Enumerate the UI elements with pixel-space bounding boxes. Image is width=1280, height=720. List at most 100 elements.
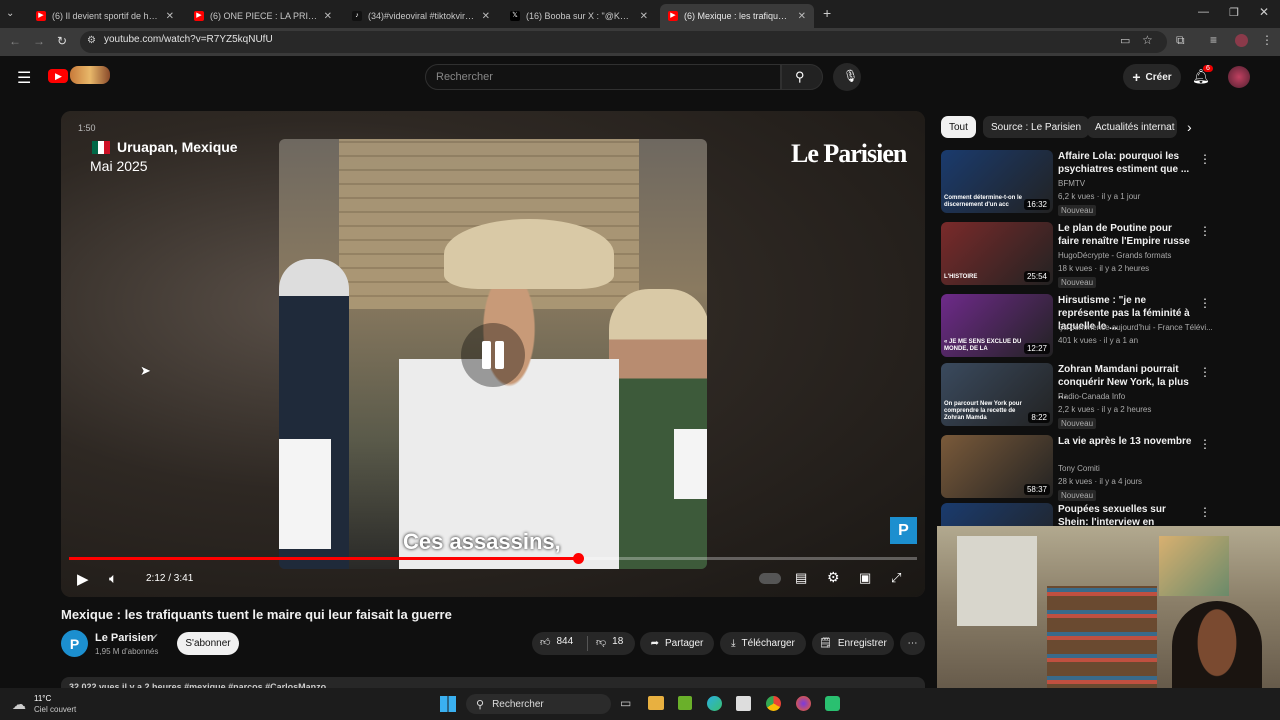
recommendation-item[interactable]: Comment détermine-t-on le discernement d… bbox=[941, 150, 1221, 216]
recommendation-item[interactable]: « JE ME SENS EXCLUE DU MONDE, DE LA 12:27… bbox=[941, 294, 1221, 358]
recommendation-item[interactable]: L'HISTOIRE 25:54 Le plan de Poutine pour f… bbox=[941, 222, 1221, 288]
tab-close-icon[interactable]: ✕ bbox=[798, 11, 806, 22]
forward-icon[interactable]: → bbox=[33, 34, 45, 48]
recommendation-item[interactable]: Poupées sexuelles sur Shein: l'interview… bbox=[941, 503, 1221, 526]
recommendation-channel[interactable]: HugoDécrypte - Grands formats bbox=[1058, 251, 1171, 260]
site-info-icon[interactable]: ⚙ bbox=[87, 35, 96, 46]
autoplay-toggle[interactable] bbox=[759, 573, 781, 584]
recommendation-thumbnail[interactable]: « JE ME SENS EXCLUE DU MONDE, DE LA 12:27 bbox=[941, 294, 1053, 357]
restore-button[interactable]: ❐ bbox=[1229, 6, 1239, 19]
subtitles-icon[interactable]: ▤ bbox=[795, 570, 807, 586]
create-button[interactable]: + Créer bbox=[1123, 64, 1181, 90]
tab-close-icon[interactable]: ✕ bbox=[324, 11, 332, 22]
browser-tab[interactable]: ▶ (6) ONE PIECE : LA PRISON D'E ✕ bbox=[186, 4, 340, 28]
app-icon[interactable] bbox=[825, 696, 840, 711]
file-explorer-icon[interactable] bbox=[648, 696, 664, 710]
recommendation-channel[interactable]: Tony Comiti bbox=[1058, 464, 1100, 473]
weather-desc[interactable]: Ciel couvert bbox=[34, 705, 76, 714]
reload-icon[interactable]: ↻ bbox=[57, 34, 67, 48]
download-button[interactable]: ⤓ Télécharger bbox=[720, 632, 806, 655]
browser-tab[interactable]: 𝕏 (16) Booba sur X : "@KaarisOffi ✕ bbox=[502, 4, 656, 28]
account-avatar[interactable] bbox=[1228, 66, 1250, 88]
window-close-button[interactable]: ✕ bbox=[1259, 5, 1269, 19]
store-icon[interactable] bbox=[736, 696, 751, 711]
back-icon[interactable]: ← bbox=[9, 34, 21, 48]
play-icon[interactable]: ▶ bbox=[77, 570, 89, 588]
tab-close-icon[interactable]: ✕ bbox=[640, 11, 648, 22]
recommendation-thumbnail[interactable] bbox=[941, 503, 1053, 526]
nvidia-icon[interactable] bbox=[678, 696, 692, 710]
weather-temp[interactable]: 11°C bbox=[34, 694, 51, 703]
bookmark-star-icon[interactable]: ☆ bbox=[1142, 33, 1153, 47]
video-player[interactable]: 1:50 Uruapan, Mexique Mai 2025 Le Parisi… bbox=[61, 111, 925, 597]
progress-bar[interactable] bbox=[69, 553, 917, 564]
subscribe-button[interactable]: S'abonner bbox=[177, 632, 239, 655]
recommendation-thumbnail[interactable]: L'HISTOIRE 25:54 bbox=[941, 222, 1053, 285]
recommendation-title[interactable]: Poupées sexuelles sur Shein: l'interview… bbox=[1058, 503, 1194, 526]
recommendation-item[interactable]: 58:37 La vie après le 13 novembre Tony Com… bbox=[941, 435, 1221, 501]
fullscreen-icon[interactable]: ⤢ bbox=[891, 570, 901, 586]
volume-icon[interactable]: 🔈︎ bbox=[109, 570, 117, 587]
voice-search-button[interactable]: 🎙︎ bbox=[833, 63, 861, 91]
mayor-figure bbox=[399, 269, 619, 569]
edge-icon[interactable] bbox=[707, 696, 722, 711]
scrubber-handle[interactable] bbox=[572, 553, 584, 564]
recommendation-thumbnail[interactable]: On parcourt New York pour comprendre la … bbox=[941, 363, 1053, 426]
youtube-logo[interactable]: ▶ bbox=[48, 69, 68, 83]
notifications-button[interactable]: 🔔︎ 6 bbox=[1192, 65, 1213, 86]
more-vertical-icon[interactable]: ⋮ bbox=[1199, 224, 1211, 238]
task-view-icon[interactable]: ▭ bbox=[620, 696, 631, 710]
chip-news[interactable]: Actualités internat bbox=[1087, 116, 1177, 138]
chip-source[interactable]: Source : Le Parisien bbox=[983, 116, 1090, 138]
chrome-icon[interactable] bbox=[766, 696, 781, 711]
tab-close-icon[interactable]: ✕ bbox=[166, 11, 174, 22]
pause-overlay-icon[interactable] bbox=[461, 323, 525, 387]
tab-close-icon[interactable]: ✕ bbox=[482, 11, 490, 22]
settings-gear-icon[interactable]: ⚙ bbox=[827, 569, 840, 586]
more-vertical-icon[interactable]: ⋮ bbox=[1199, 437, 1211, 451]
miniplayer-icon[interactable]: ▣ bbox=[859, 570, 871, 586]
browser-menu-icon[interactable]: ⋮ bbox=[1261, 33, 1273, 47]
browser-tab[interactable]: ▶ (6) Mexique : les trafiquants ✕ bbox=[660, 4, 814, 28]
firefox-icon[interactable] bbox=[796, 696, 811, 711]
recommendation-title[interactable]: Affaire Lola: pourquoi les psychiatres e… bbox=[1058, 150, 1194, 176]
dislike-button[interactable]: 👎︎ 18 bbox=[596, 636, 623, 648]
minimize-button[interactable]: — bbox=[1198, 6, 1209, 18]
search-input[interactable]: Rechercher bbox=[425, 64, 781, 90]
channel-avatar[interactable]: P bbox=[61, 630, 88, 657]
save-button[interactable]: 🗒︎ Enregistrer bbox=[812, 632, 894, 655]
chevron-right-icon[interactable]: › bbox=[1187, 119, 1192, 135]
chip-all[interactable]: Tout bbox=[941, 116, 976, 138]
share-button[interactable]: ➦ Partager bbox=[640, 632, 714, 655]
more-vertical-icon[interactable]: ⋮ bbox=[1199, 152, 1211, 166]
browser-tab[interactable]: ▶ (6) Il devient sportif de haut niv ✕ bbox=[28, 4, 182, 28]
recommendation-title[interactable]: La vie après le 13 novembre bbox=[1058, 435, 1194, 448]
more-vertical-icon[interactable]: ⋮ bbox=[1199, 505, 1211, 519]
profile-icon[interactable] bbox=[1235, 34, 1248, 47]
recommendation-thumbnail[interactable]: 58:37 bbox=[941, 435, 1053, 498]
browser-tab[interactable]: ♪ (34)#videoviral #tiktokviral #ha ✕ bbox=[344, 4, 498, 28]
like-button[interactable]: 👍︎ 844 bbox=[540, 636, 573, 648]
recommendation-channel[interactable]: BFMTV bbox=[1058, 179, 1085, 188]
more-actions-button[interactable]: ⋯ bbox=[900, 632, 925, 655]
recommendation-channel[interactable]: Radio-Canada Info bbox=[1058, 392, 1125, 401]
url-text[interactable]: youtube.com/watch?v=R7YZ5kqNUfU bbox=[104, 34, 273, 45]
doodle-icon[interactable] bbox=[70, 66, 110, 84]
taskbar-search[interactable]: ⚲ Rechercher bbox=[466, 694, 611, 714]
channel-name[interactable]: Le Parisien bbox=[95, 632, 154, 644]
more-vertical-icon[interactable]: ⋮ bbox=[1199, 365, 1211, 379]
recommendation-channel[interactable]: Ça commence aujourd'hui - France Télévi.… bbox=[1058, 323, 1213, 332]
tab-search-icon[interactable]: ⌄ bbox=[6, 8, 14, 19]
search-button[interactable]: ⚲ bbox=[781, 64, 823, 90]
recommendation-title[interactable]: Le plan de Poutine pour faire renaître l… bbox=[1058, 222, 1194, 248]
recommendation-thumbnail[interactable]: Comment détermine-t-on le discernement d… bbox=[941, 150, 1053, 213]
cast-icon[interactable]: ▭ bbox=[1120, 34, 1130, 47]
extensions-icon[interactable]: ⧉ bbox=[1176, 33, 1185, 48]
media-icon[interactable]: ≡ bbox=[1210, 33, 1217, 47]
parisien-logo-badge: P bbox=[890, 517, 917, 544]
hamburger-menu-icon[interactable]: ☰ bbox=[17, 68, 31, 88]
more-vertical-icon[interactable]: ⋮ bbox=[1199, 296, 1211, 310]
recommendation-item[interactable]: On parcourt New York pour comprendre la … bbox=[941, 363, 1221, 429]
windows-start-icon[interactable] bbox=[440, 696, 456, 712]
new-tab-button[interactable]: + bbox=[823, 5, 831, 21]
